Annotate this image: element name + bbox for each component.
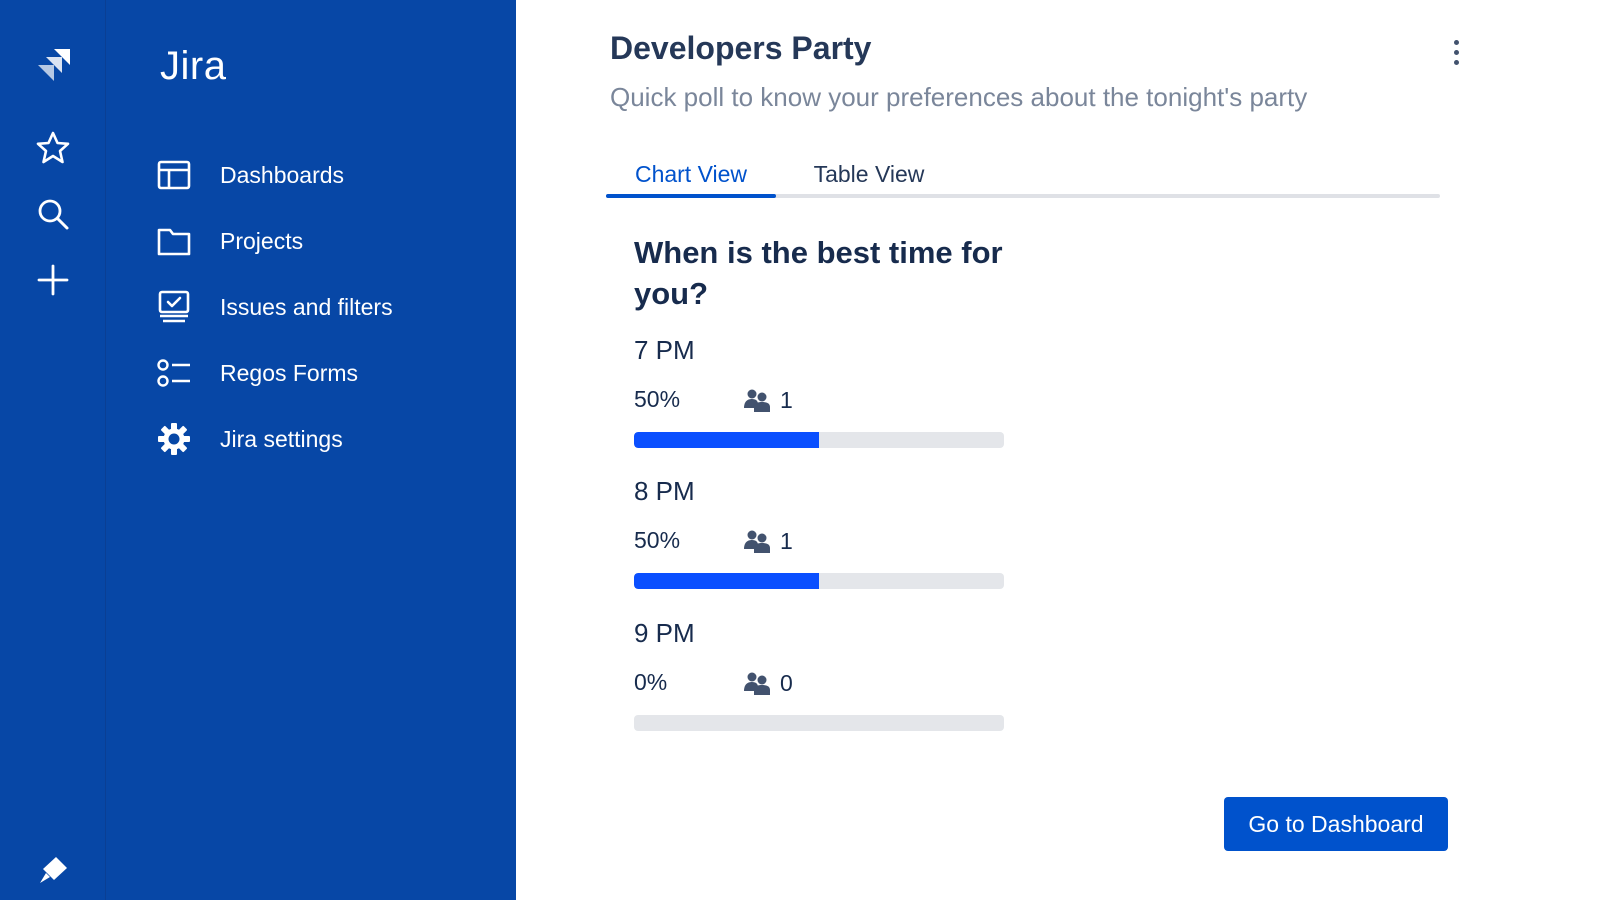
nav-item-jira-settings[interactable]: Jira settings xyxy=(156,416,486,462)
option-stats: 50% 1 xyxy=(634,525,1004,555)
product-title: Jira xyxy=(160,44,227,88)
star-icon[interactable] xyxy=(31,126,75,170)
poll-option: 8 PM 50% 1 xyxy=(634,473,1004,589)
plus-icon[interactable] xyxy=(31,258,75,302)
option-vote-count: 1 xyxy=(780,387,793,413)
product-nav: Jira Dashboards Projects Issues and filt… xyxy=(106,0,516,900)
nav-item-label: Projects xyxy=(220,227,304,254)
page-title: Developers Party xyxy=(610,30,872,66)
option-stats: 50% 1 xyxy=(634,384,1004,414)
nav-item-label: Dashboards xyxy=(220,161,345,188)
nav-item-label: Issues and filters xyxy=(220,293,393,320)
forms-list-icon xyxy=(156,355,192,391)
option-votes: 1 xyxy=(744,386,793,414)
view-tabs: Chart View Table View xyxy=(606,150,1440,198)
option-percent: 0% xyxy=(634,669,668,695)
option-vote-count: 1 xyxy=(780,528,793,554)
active-tab-indicator xyxy=(606,194,776,198)
option-progress-fill xyxy=(634,573,819,589)
option-votes: 1 xyxy=(744,527,793,555)
nav-item-regos-forms[interactable]: Regos Forms xyxy=(156,350,486,396)
notification-icon[interactable] xyxy=(31,848,75,892)
option-stats: 0% 0 xyxy=(634,667,1004,697)
page-subtitle: Quick poll to know your preferences abou… xyxy=(610,82,1308,112)
go-to-dashboard-button[interactable]: Go to Dashboard xyxy=(1224,797,1448,851)
tab-table-view[interactable]: Table View xyxy=(784,154,954,194)
option-progress-bar xyxy=(634,573,1004,589)
issues-icon xyxy=(156,289,192,325)
gear-icon xyxy=(156,421,192,457)
poll-question: When is the best time for you? xyxy=(634,235,1003,311)
poll-option: 7 PM 50% 1 xyxy=(634,332,1004,448)
search-icon[interactable] xyxy=(31,192,75,236)
option-vote-count: 0 xyxy=(780,670,793,696)
more-options-icon xyxy=(1453,39,1459,45)
dashboard-icon xyxy=(156,157,192,193)
nav-item-label: Regos Forms xyxy=(220,359,359,386)
more-options-button[interactable] xyxy=(1442,34,1470,70)
option-progress-bar xyxy=(634,432,1004,448)
option-percent: 50% xyxy=(634,386,681,412)
option-progress-fill xyxy=(634,432,819,448)
nav-item-projects[interactable]: Projects xyxy=(156,218,486,264)
jira-logo-icon[interactable] xyxy=(31,44,75,88)
nav-item-label: Jira settings xyxy=(220,425,343,452)
users-icon xyxy=(744,672,770,695)
app-root: Jira Dashboards Projects Issues and filt… xyxy=(0,0,1606,900)
nav-item-dashboards[interactable]: Dashboards xyxy=(156,152,486,198)
poll-option: 9 PM 0% 0 xyxy=(634,615,1004,731)
option-label: 7 PM xyxy=(634,335,695,365)
main-content: Developers Party Quick poll to know your… xyxy=(516,0,1606,900)
option-label: 8 PM xyxy=(634,476,695,506)
folder-icon xyxy=(156,223,192,259)
option-votes: 0 xyxy=(744,669,793,697)
option-label: 9 PM xyxy=(634,618,695,648)
users-icon xyxy=(744,389,770,412)
option-progress-bar xyxy=(634,715,1004,731)
nav-item-issues-and-filters[interactable]: Issues and filters xyxy=(156,284,486,330)
tab-chart-view[interactable]: Chart View xyxy=(606,154,776,194)
global-nav xyxy=(0,0,106,900)
option-percent: 50% xyxy=(634,527,681,553)
users-icon xyxy=(744,530,770,553)
